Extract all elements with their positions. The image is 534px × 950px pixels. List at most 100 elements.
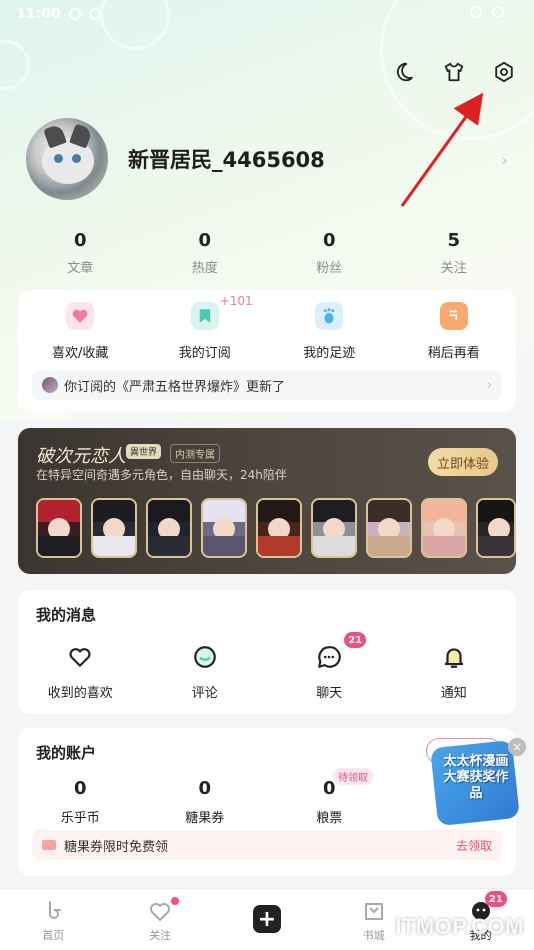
status-icon [68, 8, 81, 20]
character-card[interactable] [256, 498, 302, 558]
chevron-right-icon[interactable]: › [501, 150, 508, 171]
stat-value: 0 [322, 230, 336, 251]
acct-label: 粮票 [316, 811, 343, 826]
stat-value: 0 [73, 230, 87, 251]
subscription-notice[interactable]: 你订阅的《严肃五格世界爆炸》更新了 › [32, 370, 502, 400]
stat-fans[interactable]: 0 粉丝 [267, 230, 392, 276]
quick-watch-later[interactable]: 稍后再看 [392, 302, 517, 361]
try-now-button[interactable]: 立即体验 [428, 448, 498, 476]
status-icon [88, 8, 101, 20]
msg-comments[interactable]: 评论 [143, 644, 268, 701]
update-count-badge: +101 [219, 294, 253, 308]
character-row [36, 498, 516, 558]
acct-value: 0 [322, 778, 336, 799]
character-card[interactable] [91, 498, 137, 558]
decor-circle [100, 0, 170, 50]
status-right [470, 6, 504, 18]
character-card[interactable] [476, 498, 516, 558]
avatar-eye [72, 154, 81, 163]
quick-label: 我的足迹 [303, 346, 356, 361]
acct-candy-coupons[interactable]: 0 糖果券 [143, 778, 268, 826]
ai-companion-banner[interactable]: 破次元恋人 異世界 内测专属 在特异空间奇遇多元角色，自由聊天，24h陪伴 立即… [18, 428, 516, 574]
username[interactable]: 新晋居民_4465608 [128, 144, 325, 174]
me-badge: 21 [484, 891, 507, 907]
tab-home[interactable]: 首页 [0, 889, 107, 950]
stat-value: 0 [198, 230, 212, 251]
pending-tag: 待领取 [333, 768, 373, 785]
stat-value: 5 [447, 230, 461, 251]
profile-page: 11:00 新晋居民_4465608 › 0 文章 0 热度 0 粉丝 5 关注… [0, 0, 534, 950]
skin-shirt-icon[interactable] [442, 60, 466, 84]
floating-ad[interactable]: 太太杯漫画大赛获奖作品 × [430, 738, 526, 827]
quick-like-collect[interactable]: 喜欢/收藏 [18, 302, 143, 361]
msg-chat[interactable]: 21 聊天 [267, 632, 392, 701]
avatar[interactable] [26, 118, 108, 200]
heart-icon [67, 644, 93, 670]
banner-tag: 内测专属 [170, 444, 220, 463]
acct-value: 0 [198, 778, 212, 799]
stat-label: 粉丝 [316, 261, 343, 276]
chat-icon [316, 644, 342, 670]
character-card[interactable] [146, 498, 192, 558]
follow-icon [148, 899, 172, 923]
msg-label: 聊天 [316, 686, 343, 701]
night-mode-icon[interactable] [392, 60, 416, 84]
messages-card: 我的消息 收到的喜欢 评论 21 聊天 通知 [18, 590, 516, 714]
watermark: ITMOP.COM [395, 914, 524, 939]
ticket-icon [42, 840, 56, 850]
watch-later-icon [439, 302, 468, 330]
quick-subscriptions[interactable]: +101 我的订阅 [143, 294, 268, 361]
messages-title: 我的消息 [36, 606, 97, 624]
acct-coins[interactable]: 0 乐乎币 [18, 778, 143, 826]
status-bar: 11:00 [16, 6, 101, 22]
banner-title: 破次元恋人 [36, 446, 126, 467]
character-card[interactable] [311, 498, 357, 558]
stat-label: 关注 [440, 261, 467, 276]
msg-notifications[interactable]: 通知 [392, 644, 517, 701]
quick-label: 我的订阅 [178, 346, 231, 361]
tab-create[interactable]: + [214, 889, 321, 950]
signal-icon [492, 6, 504, 18]
quick-label: 喜欢/收藏 [52, 346, 109, 361]
character-card[interactable] [201, 498, 247, 558]
acct-label: 乐乎币 [60, 811, 100, 826]
avatar-eye [54, 154, 63, 163]
coupon-text: 糖果券限时免费领 [64, 839, 169, 855]
character-card[interactable] [36, 498, 82, 558]
stat-label: 文章 [67, 261, 94, 276]
stat-following[interactable]: 5 关注 [392, 230, 517, 276]
banner-subtitle: 在特异空间奇遇多元角色，自由聊天，24h陪伴 [36, 468, 287, 482]
decor-circle [0, 40, 30, 90]
top-toolbar [392, 60, 516, 84]
acct-food-tickets[interactable]: 待领取 0 粮票 [267, 768, 392, 826]
acct-value: 0 [73, 778, 87, 799]
stat-label: 热度 [191, 261, 218, 276]
plus-icon: + [252, 905, 281, 933]
msg-label: 收到的喜欢 [47, 686, 113, 701]
account-title: 我的账户 [36, 744, 97, 762]
bell-icon [441, 644, 467, 670]
battery-icon [470, 6, 482, 18]
tab-label: 关注 [149, 929, 172, 942]
new-dot [170, 897, 179, 905]
home-icon [41, 899, 65, 923]
stat-articles[interactable]: 0 文章 [18, 230, 143, 276]
banner-tag: 異世界 [126, 444, 162, 459]
footprint-icon [315, 302, 344, 330]
claim-link[interactable]: 去领取 [456, 837, 492, 854]
free-coupon-bar[interactable]: 糖果券限时免费领 去领取 [32, 830, 502, 860]
msg-likes-received[interactable]: 收到的喜欢 [18, 644, 143, 701]
quick-actions-card: 喜欢/收藏 +101 我的订阅 我的足迹 稍后再看 你订阅的《严肃五格世界爆炸》… [18, 290, 516, 412]
chevron-right-icon: › [486, 377, 492, 393]
subscription-icon [190, 302, 219, 330]
stat-heat[interactable]: 0 热度 [143, 230, 268, 276]
character-card[interactable] [366, 498, 412, 558]
msg-label: 通知 [440, 686, 467, 701]
bookstore-icon [362, 899, 386, 923]
character-card[interactable] [421, 498, 467, 558]
settings-gear-icon[interactable] [492, 60, 516, 84]
quick-footprints[interactable]: 我的足迹 [267, 302, 392, 361]
close-icon[interactable]: × [508, 738, 526, 756]
tab-follow[interactable]: 关注 [107, 889, 214, 950]
status-time: 11:00 [16, 6, 61, 22]
